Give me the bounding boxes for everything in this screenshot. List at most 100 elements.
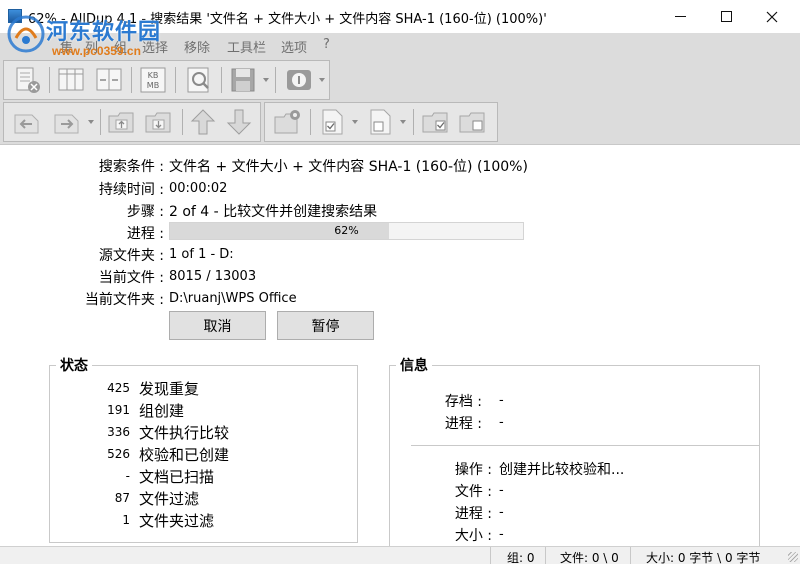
close-results-icon[interactable] xyxy=(12,65,42,95)
status-count: 191 xyxy=(107,403,130,417)
maximize-button[interactable] xyxy=(703,0,749,33)
status-text: 发现重复 xyxy=(139,380,200,398)
status-count: 425 xyxy=(107,381,130,395)
check-file-icon[interactable] xyxy=(317,107,347,137)
check-folder-icon[interactable] xyxy=(421,107,451,137)
close-icon xyxy=(766,11,778,22)
uncheck-folder-icon[interactable] xyxy=(458,107,488,137)
current-folder-value: D:\ruanj\WPS Office xyxy=(169,291,297,306)
current-folder-label: 当前文件夹 : xyxy=(84,292,164,308)
status-row: 425 发现重复 xyxy=(50,377,310,399)
status-bar: 组: 0 文件: 0 \ 0 大小: 0 字节 \ 0 字节 xyxy=(0,546,800,564)
status-count: 336 xyxy=(107,425,130,439)
title-bar: 62% - AllDup 4.1 - 搜索结果 '文件名 + 文件大小 + 文件… xyxy=(0,0,800,33)
column-width-icon[interactable] xyxy=(94,65,124,95)
status-count: 1 xyxy=(122,513,130,527)
alldup-window: 62% - AllDup 4.1 - 搜索结果 '文件名 + 文件大小 + 文件… xyxy=(0,0,800,564)
status-text: 文件过滤 xyxy=(139,490,200,508)
source-folder-value: 1 of 1 - D: xyxy=(169,247,234,262)
info-icon[interactable] xyxy=(284,65,314,95)
menu-remove[interactable]: 移除 xyxy=(184,37,210,56)
status-files: 文件: 0 \ 0 xyxy=(545,547,630,564)
status-text: 校验和已创建 xyxy=(139,446,230,464)
current-file-label: 当前文件 : xyxy=(98,270,164,286)
file-size-units-icon[interactable]: KB MB xyxy=(138,65,168,95)
menu-collection[interactable]: 集 xyxy=(60,37,73,56)
redo-icon[interactable] xyxy=(52,107,82,137)
status-row: 87 文件过滤 xyxy=(50,487,310,509)
status-groups: 组: 0 xyxy=(490,547,545,564)
status-text: 文档已扫描 xyxy=(139,468,215,486)
menu-columns[interactable]: 列 xyxy=(85,37,98,56)
file-progress-label: 进程 : xyxy=(454,506,492,522)
info-group: 信息 存档 : - 进程 : - 操作 : 创建并比较校验和... 文件 : -… xyxy=(389,355,760,549)
maximize-icon xyxy=(720,11,732,22)
folder-down-icon[interactable] xyxy=(144,107,174,137)
status-size: 大小: 0 字节 \ 0 字节 xyxy=(630,547,780,564)
progress-bar-text: 62% xyxy=(334,224,359,237)
resize-grip-icon[interactable] xyxy=(788,552,798,562)
save-icon[interactable] xyxy=(228,65,258,95)
move-down-icon[interactable] xyxy=(224,107,254,137)
status-count: 526 xyxy=(107,447,130,461)
operation-label: 操作 : xyxy=(454,462,492,478)
archive-label: 存档 : xyxy=(444,394,482,410)
status-row: 1 文件夹过滤 xyxy=(50,509,310,531)
operation-value: 创建并比较校验和... xyxy=(499,462,625,478)
folder-settings-icon[interactable] xyxy=(273,107,303,137)
criteria-label: 搜索条件 : xyxy=(98,159,164,175)
size-label: 大小 : xyxy=(454,528,492,544)
toolbar-navigation xyxy=(3,102,261,142)
file-value: - xyxy=(499,483,504,498)
menu-select[interactable]: 选择 xyxy=(142,37,168,56)
archive-progress-value: - xyxy=(499,415,504,430)
progress-label: 进程 : xyxy=(126,226,164,242)
status-text: 文件执行比较 xyxy=(139,424,230,442)
menu-toolbar[interactable]: 工具栏 xyxy=(227,37,266,56)
info-group-title: 信息 xyxy=(396,355,432,375)
menu-groups[interactable]: 组 xyxy=(114,37,127,56)
source-folder-label: 源文件夹 : xyxy=(98,248,164,264)
move-up-icon[interactable] xyxy=(188,107,218,137)
pause-button[interactable]: 暂停 xyxy=(277,311,374,340)
menu-help[interactable]: ? xyxy=(323,37,330,52)
menu-bar: 集 列 组 选择 移除 工具栏 选项 ? xyxy=(0,33,800,57)
status-row: 526 校验和已创建 xyxy=(50,443,310,465)
current-file-value: 8015 / 13003 xyxy=(169,269,257,284)
archive-progress-label: 进程 : xyxy=(444,416,482,432)
menu-options[interactable]: 选项 xyxy=(281,37,307,56)
undo-icon[interactable] xyxy=(12,107,42,137)
folder-up-icon[interactable] xyxy=(107,107,137,137)
window-title: 62% - AllDup 4.1 - 搜索结果 '文件名 + 文件大小 + 文件… xyxy=(28,12,547,27)
size-value: - xyxy=(499,527,504,542)
preview-icon[interactable] xyxy=(184,65,214,95)
archive-value: - xyxy=(499,393,504,408)
step-label: 步骤 : xyxy=(126,204,164,220)
status-row: 336 文件执行比较 xyxy=(50,421,310,443)
status-text: 组创建 xyxy=(139,402,185,420)
status-count: 87 xyxy=(114,491,130,505)
duration-value: 00:00:02 xyxy=(169,181,228,196)
status-group: 状态 425 发现重复 191 组创建 336 文件执行比较 526 校验和已创… xyxy=(49,355,358,543)
criteria-value: 文件名 + 文件大小 + 文件内容 SHA-1 (160-位) (100%) xyxy=(169,159,528,175)
toolbar-selection xyxy=(264,102,498,142)
file-label: 文件 : xyxy=(454,484,492,500)
columns-icon[interactable] xyxy=(56,65,86,95)
app-icon[interactable] xyxy=(8,9,22,23)
toolbar-main: KB MB xyxy=(3,60,330,100)
status-group-title: 状态 xyxy=(56,355,92,375)
info-divider xyxy=(411,445,759,446)
toolbar-area: KB MB xyxy=(0,57,800,145)
status-text: 文件夹过滤 xyxy=(139,512,215,530)
minimize-button[interactable] xyxy=(657,0,703,33)
cancel-button[interactable]: 取消 xyxy=(169,311,266,340)
minimize-icon xyxy=(674,16,686,17)
close-button[interactable] xyxy=(749,0,795,33)
progress-panel: 搜索条件 : 文件名 + 文件大小 + 文件内容 SHA-1 (160-位) (… xyxy=(0,146,800,549)
uncheck-file-icon[interactable] xyxy=(365,107,395,137)
step-value: 2 of 4 - 比较文件并创建搜索结果 xyxy=(169,204,378,220)
file-progress-value: - xyxy=(499,505,504,520)
progress-bar: 62% xyxy=(169,222,524,240)
svg-text:MB: MB xyxy=(147,81,159,90)
status-row: - 文档已扫描 xyxy=(50,465,310,487)
